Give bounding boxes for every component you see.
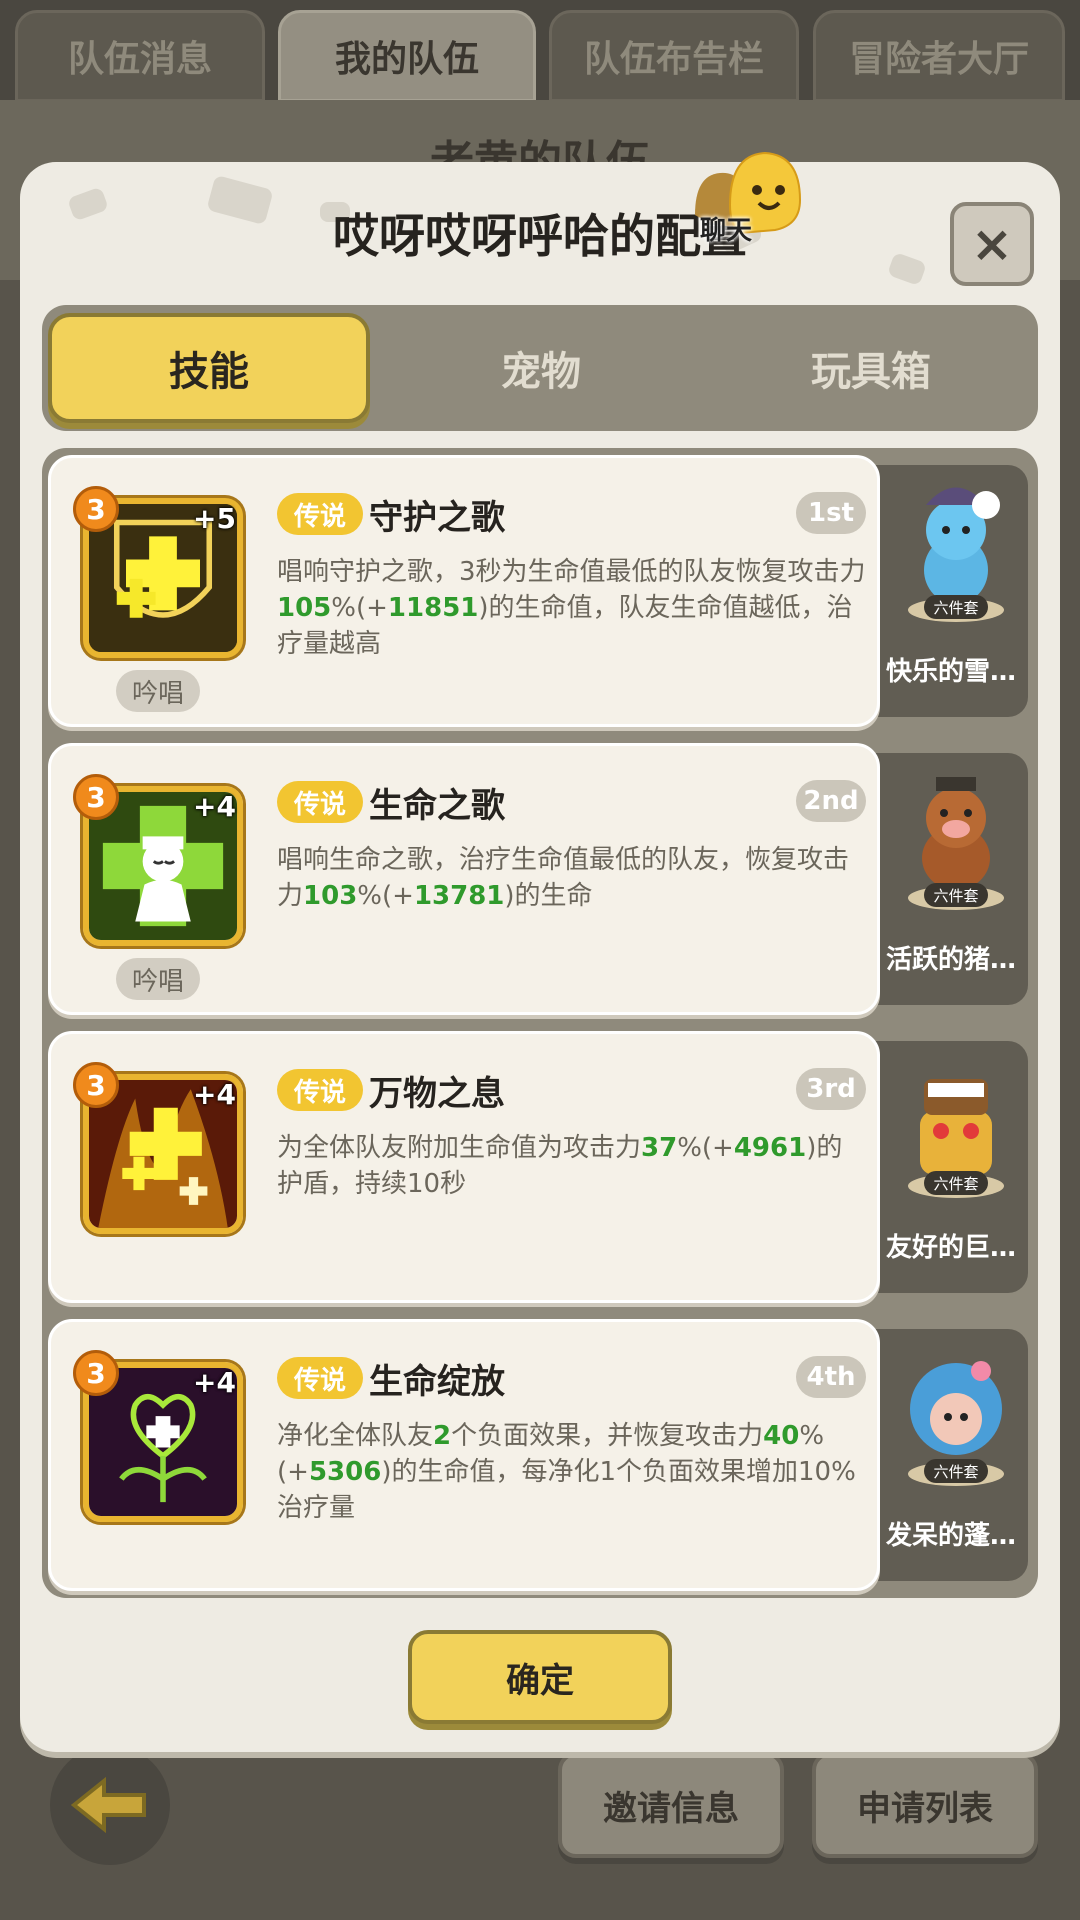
chant-tag: 吟唱	[116, 670, 200, 712]
skill-level-badge: 3	[73, 1350, 119, 1396]
skill-card[interactable]: 3 +4 吟唱 传说 生命之歌 2nd 唱响生命之歌，治疗生命值最低的队友，恢复…	[48, 743, 880, 1015]
confirm-label: 确定	[506, 1660, 574, 1701]
skill-row[interactable]: 六件套 友好的巨… 3 +4 传说 万物之息 3rd 为全体队友附加生命值为攻击…	[48, 1031, 1028, 1303]
invite-label: 邀请信息	[603, 1788, 739, 1829]
skill-row[interactable]: 六件套 发呆的蓬… 3 +4 传说 生命绽放 4th 净化全体队友2个负面效果，…	[48, 1319, 1028, 1591]
pet-name: 友好的巨…	[886, 1233, 1017, 1263]
skill-row[interactable]: 六件套 快乐的雪… 3 +5 吟唱 传说 守护之歌 1st 唱响守护之歌，3秒为…	[48, 455, 1028, 727]
tab-toybox[interactable]: 玩具箱	[710, 313, 1032, 423]
modal-title: 哎呀哎呀呼哈的配置	[333, 209, 747, 263]
pet-name: 活跃的猪…	[886, 945, 1017, 975]
rarity-badge: 传说	[277, 1357, 363, 1399]
rarity-badge: 传说	[277, 1069, 363, 1111]
skill-name: 守护之歌	[369, 498, 505, 538]
skill-level-badge: 3	[73, 486, 119, 532]
skill-card[interactable]: 3 +5 吟唱 传说 守护之歌 1st 唱响守护之歌，3秒为生命值最低的队友恢复…	[48, 455, 880, 727]
apply-label: 申请列表	[857, 1788, 993, 1829]
skill-name: 生命绽放	[369, 1362, 505, 1402]
top-tab-bar: 队伍消息 我的队伍 队伍布告栏 冒险者大厅	[0, 0, 1080, 102]
desc-value: 11851	[387, 593, 479, 623]
tab-skills[interactable]: 技能	[48, 313, 370, 423]
close-button[interactable]: ×	[950, 202, 1034, 286]
desc-value: 40	[763, 1421, 800, 1451]
rarity-badge: 传说	[277, 781, 363, 823]
apply-list-button[interactable]: 申请列表	[812, 1752, 1038, 1858]
desc-value: 2	[433, 1421, 452, 1451]
rank-badge: 3rd	[796, 1068, 866, 1110]
tab-skills-label: 技能	[169, 349, 249, 395]
skill-row[interactable]: 六件套 活跃的猪… 3 +4 吟唱 传说 生命之歌 2nd 唱响生命之歌，治疗生…	[48, 743, 1028, 1015]
desc-value: 4961	[733, 1133, 807, 1163]
skill-description: 净化全体队友2个负面效果，并恢复攻击力40%(+5306)的生命值，每净化1个负…	[277, 1418, 867, 1526]
desc-text: 净化全体队友	[277, 1421, 434, 1451]
tab-pets-label: 宠物	[501, 349, 581, 395]
desc-value: 37	[641, 1133, 678, 1163]
desc-text: %(+	[677, 1133, 734, 1163]
back-arrow-icon	[70, 1776, 146, 1834]
desc-text: %(+	[331, 593, 388, 623]
config-tab-bar: 技能 宠物 玩具箱	[42, 305, 1038, 431]
skill-name: 万物之息	[369, 1074, 505, 1114]
skill-description: 唱响生命之歌，治疗生命值最低的队友，恢复攻击力103%(+13781)的生命	[277, 842, 867, 914]
rarity-badge: 传说	[277, 493, 363, 535]
desc-text: 个负面效果，并恢复攻击力	[451, 1421, 764, 1451]
pet-name: 发呆的蓬…	[886, 1521, 1017, 1551]
skill-plus: +4	[193, 1366, 236, 1399]
set-badge: 六件套	[924, 1459, 988, 1483]
set-badge: 六件套	[924, 883, 988, 907]
skill-plus: +4	[193, 790, 236, 823]
desc-text: 为全体队友附加生命值为攻击力	[277, 1133, 642, 1163]
skill-description: 唱响守护之歌，3秒为生命值最低的队友恢复攻击力105%(+11851)的生命值，…	[277, 554, 867, 662]
desc-value: 103	[303, 881, 358, 911]
skill-name: 生命之歌	[369, 786, 505, 826]
tab-label: 队伍消息	[67, 39, 212, 80]
close-icon: ×	[971, 215, 1013, 273]
skill-level-badge: 3	[73, 774, 119, 820]
desc-value: 13781	[413, 881, 505, 911]
tab-toybox-label: 玩具箱	[811, 349, 931, 395]
skill-card[interactable]: 3 +4 传说 万物之息 3rd 为全体队友附加生命值为攻击力37%(+4961…	[48, 1031, 880, 1303]
rank-badge: 2nd	[796, 780, 866, 822]
desc-text: 唱响守护之歌，3秒为生命值最低的队友恢复攻击力	[277, 557, 866, 587]
desc-text: )的生命	[504, 881, 593, 911]
tab-team-messages[interactable]: 队伍消息	[15, 10, 265, 102]
desc-value: 105	[277, 593, 332, 623]
skill-plus: +5	[193, 502, 236, 535]
tab-adventurer-hall[interactable]: 冒险者大厅	[813, 10, 1065, 102]
set-badge: 六件套	[924, 1171, 988, 1195]
tab-my-team[interactable]: 我的队伍	[278, 10, 536, 102]
chant-tag: 吟唱	[116, 958, 200, 1000]
rank-badge: 4th	[796, 1356, 866, 1398]
tab-label: 我的队伍	[334, 39, 479, 80]
pet-name: 快乐的雪…	[886, 657, 1017, 687]
tab-team-board[interactable]: 队伍布告栏	[549, 10, 799, 102]
skill-card[interactable]: 3 +4 传说 生命绽放 4th 净化全体队友2个负面效果，并恢复攻击力40%(…	[48, 1319, 880, 1591]
back-button[interactable]	[50, 1745, 170, 1865]
skill-level-badge: 3	[73, 1062, 119, 1108]
tab-label: 冒险者大厅	[848, 39, 1029, 80]
skill-description: 为全体队友附加生命值为攻击力37%(+4961)的护盾，持续10秒	[277, 1130, 867, 1202]
chat-label[interactable]: 聊天	[700, 210, 752, 247]
tab-pets[interactable]: 宠物	[380, 313, 702, 423]
rank-badge: 1st	[796, 492, 866, 534]
desc-text: %(+	[357, 881, 414, 911]
set-badge: 六件套	[924, 595, 988, 619]
confirm-button[interactable]: 确定	[408, 1630, 672, 1724]
tab-label: 队伍布告栏	[583, 39, 764, 80]
skill-plus: +4	[193, 1078, 236, 1111]
invite-info-button[interactable]: 邀请信息	[558, 1752, 784, 1858]
desc-value: 5306	[308, 1457, 382, 1487]
